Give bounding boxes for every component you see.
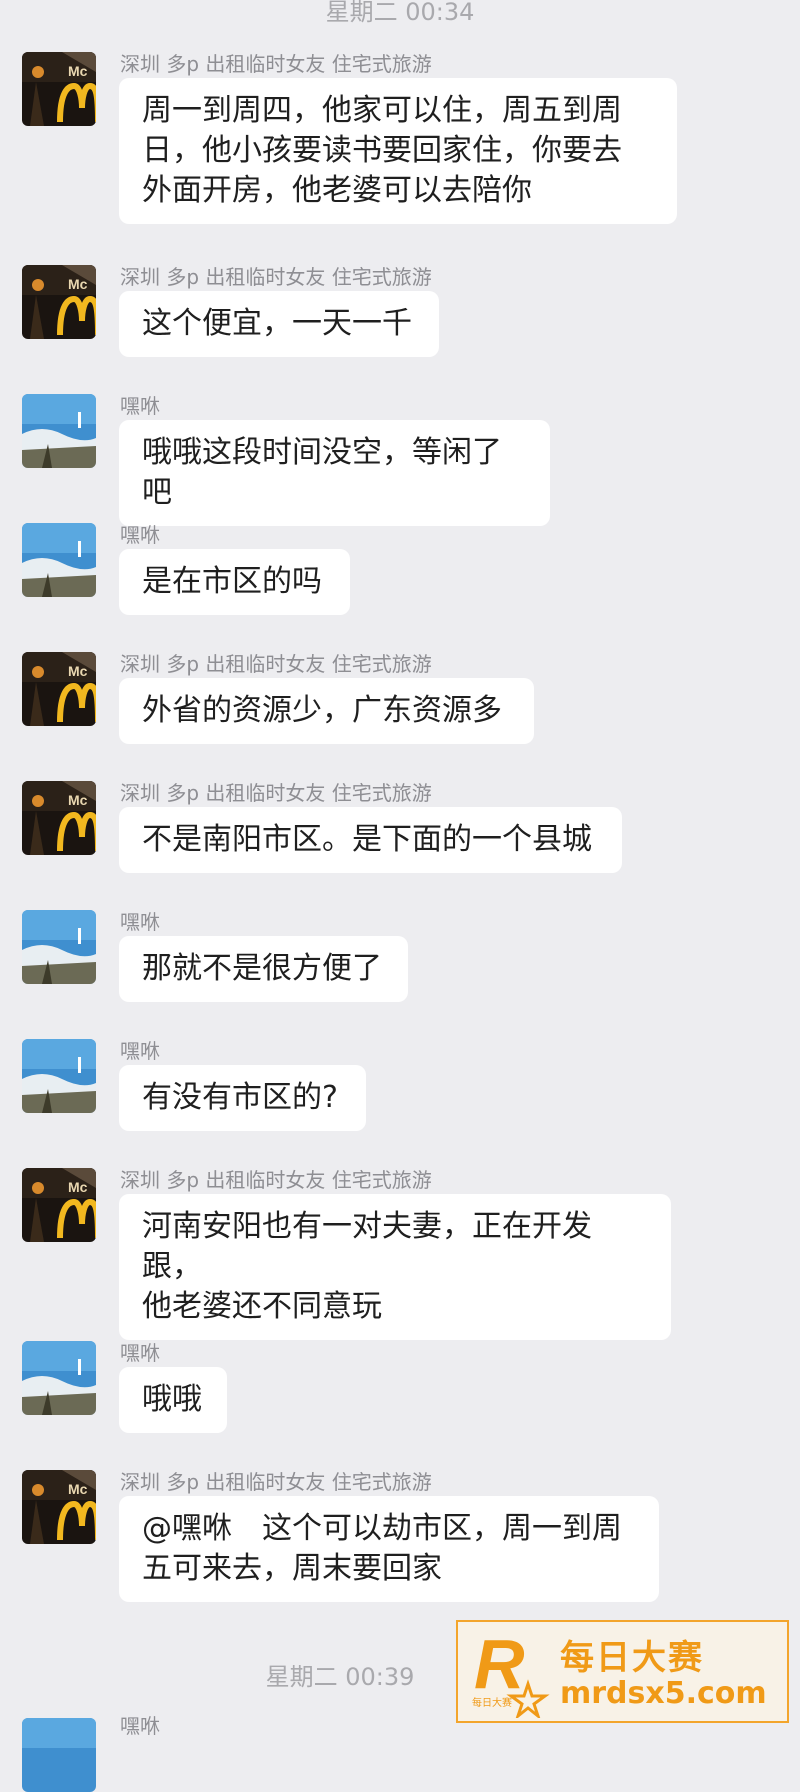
sky-avatar-icon[interactable] [22,1039,96,1113]
sky-avatar-icon[interactable] [22,394,96,468]
sender-name: 嘿咻 [120,523,160,547]
sky-avatar-icon[interactable] [22,523,96,597]
sender-name: 深圳 多p 出租临时女友 住宅式旅游 [120,52,432,76]
message-bubble[interactable]: 这个便宜，一天一千 [119,291,439,357]
message-bubble[interactable]: 哦哦 [119,1367,227,1433]
svg-text:Mc: Mc [68,1179,88,1195]
sender-name: 深圳 多p 出租临时女友 住宅式旅游 [120,781,432,805]
sky-avatar-icon[interactable] [22,1718,96,1792]
mcdonalds-avatar-icon[interactable]: Mc [22,781,96,855]
message-bubble[interactable]: 外省的资源少，广东资源多 [119,678,534,744]
sender-name: 嘿咻 [120,1341,160,1365]
mcdonalds-avatar-icon[interactable]: Mc [22,1470,96,1544]
mcdonalds-avatar-icon[interactable]: Mc [22,52,96,126]
watermark-banner: R 每日大赛 每日大赛 mrdsx5.com [456,1620,789,1723]
sender-name: 深圳 多p 出租临时女友 住宅式旅游 [120,1168,432,1192]
message-bubble[interactable]: 是在市区的吗 [119,549,350,615]
mcdonalds-avatar-icon[interactable]: Mc [22,652,96,726]
svg-text:Mc: Mc [68,276,88,292]
sender-name: 嘿咻 [120,394,160,418]
watermark-title: 每日大赛 [560,1638,704,1678]
svg-text:Mc: Mc [68,663,88,679]
svg-text:每日大赛: 每日大赛 [472,1696,512,1709]
svg-text:Mc: Mc [68,792,88,808]
watermark-url: mrdsx5.com [560,1676,767,1711]
svg-text:R: R [474,1628,525,1703]
message-bubble[interactable]: 不是南阳市区。是下面的一个县城 [119,807,622,873]
mcdonalds-avatar-icon[interactable]: Mc [22,265,96,339]
svg-text:Mc: Mc [68,63,88,79]
sender-name: 深圳 多p 出租临时女友 住宅式旅游 [120,265,432,289]
sender-name: 嘿咻 [120,910,160,934]
message-bubble[interactable]: 那就不是很方便了 [119,936,408,1002]
sender-name: 深圳 多p 出租临时女友 住宅式旅游 [120,1470,432,1494]
message-bubble[interactable]: 周一到周四，他家可以住，周五到周 日，他小孩要读书要回家住，你要去 外面开房，他… [119,78,677,224]
timestamp-top: 星期二 00:34 [325,0,475,26]
sender-name: 嘿咻 [120,1039,160,1063]
message-bubble[interactable]: @嘿咻 这个可以劫市区，周一到周 五可来去，周末要回家 [119,1496,659,1602]
mcdonalds-avatar-icon[interactable]: Mc [22,1168,96,1242]
sky-avatar-icon[interactable] [22,1341,96,1415]
r-star-logo-icon: R 每日大赛 [472,1628,550,1718]
svg-text:Mc: Mc [68,1481,88,1497]
sky-avatar-icon[interactable] [22,910,96,984]
message-bubble[interactable]: 有没有市区的? [119,1065,366,1131]
sender-name: 嘿咻 [120,1714,160,1738]
message-bubble[interactable]: 哦哦这段时间没空，等闲了吧 [119,420,550,526]
sender-name: 深圳 多p 出租临时女友 住宅式旅游 [120,652,432,676]
message-bubble[interactable]: 河南安阳也有一对夫妻，正在开发跟， 他老婆还不同意玩 [119,1194,671,1340]
